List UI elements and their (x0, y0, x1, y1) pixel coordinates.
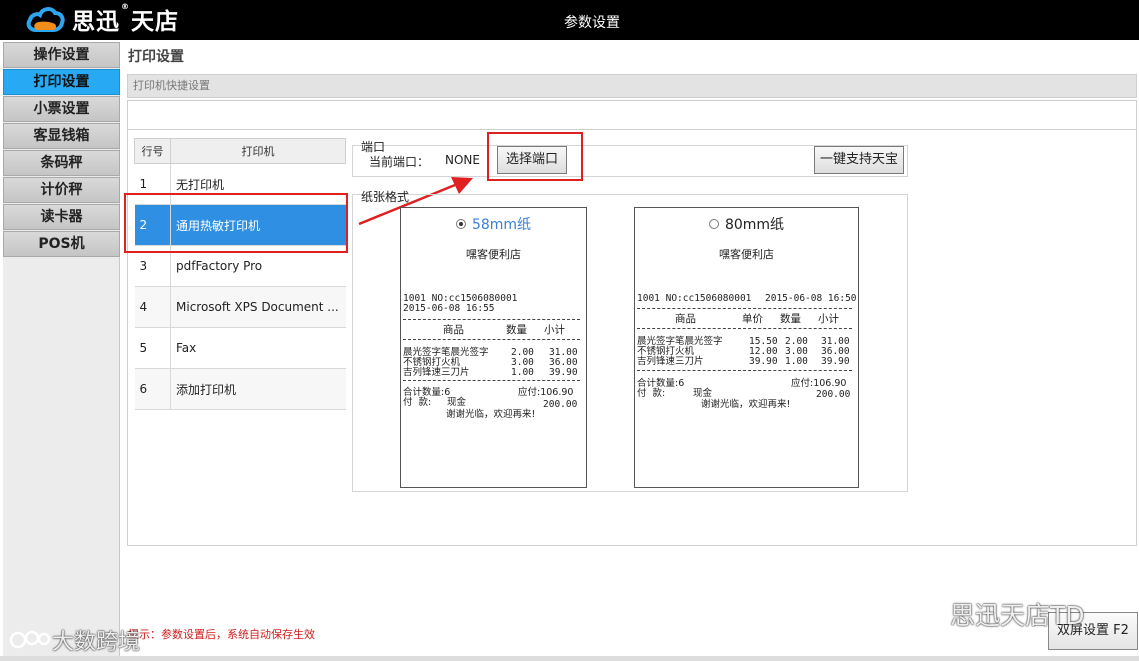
window-title: 参数设置 (564, 15, 620, 31)
receipt-pay-label: 付 款: (637, 388, 666, 399)
receipt-item-subtotal: 39.90 (821, 356, 850, 367)
sidebar-item-barcode-scale[interactable]: 条码秤 (3, 150, 120, 176)
table-row[interactable]: 6 添加打印机 (134, 368, 346, 410)
empty-toolbar (127, 100, 1137, 130)
sidebar: 操作设置 打印设置 小票设置 客显钱箱 条码秤 计价秤 读卡器 POS机 (3, 42, 120, 656)
title-bar: 思迅®天店 参数设置 (0, 0, 1139, 40)
radio-58mm[interactable]: 58mm纸 (401, 217, 586, 233)
sidebar-item-operation[interactable]: 操作设置 (3, 42, 120, 68)
watermark-right-text: 思迅天店TD (950, 601, 1085, 630)
wechat-icon (908, 600, 948, 628)
paper-format-legend: 纸张格式 (361, 190, 410, 204)
row-number: 5 (134, 327, 171, 369)
receipt-thanks: 谢谢光临，欢迎再来! (446, 409, 536, 420)
sidebar-item-print[interactable]: 打印设置 (3, 69, 120, 95)
receipt-item-subtotal: 39.90 (549, 367, 578, 378)
sidebar-item-pos[interactable]: POS机 (3, 231, 120, 257)
receipt-divider (403, 339, 580, 340)
receipt-paid: 200.00 (816, 389, 851, 400)
watermark-left: 大数跨境 (8, 624, 140, 656)
receipt-col-item: 商品 (675, 313, 696, 325)
table-row[interactable]: 1 无打印机 (134, 163, 346, 205)
receipt-preview-80mm: 80mm纸 嘿客便利店 1001 NO:cc1506080001 2015-06… (634, 207, 859, 488)
printer-name: pdfFactory Pro (170, 245, 346, 287)
receipt-item-name: 吉列锋速三刀片 (403, 367, 470, 378)
watermark-right: 思迅天店TD (906, 596, 1085, 632)
footer-tip: 提示：参数设置后，系统自动保存生效 (128, 628, 315, 641)
row-number: 3 (134, 245, 171, 287)
receipt-col-qty: 数量 (780, 313, 801, 325)
receipt-divider (637, 308, 852, 309)
shop-name: 嘿客便利店 (719, 248, 774, 261)
receipt-divider (637, 328, 852, 329)
receipt-line-datetime: 2015-06-08 16:55 (403, 303, 495, 314)
radio-unchecked-icon[interactable] (708, 219, 719, 229)
receipt-divider (403, 319, 580, 320)
receipt-preview-58mm: 58mm纸 嘿客便利店 1001 NO:cc1506080001 2015-06… (400, 207, 587, 488)
receipt-pay-label: 付 款: (403, 397, 432, 408)
weibo-logo-icon (9, 630, 51, 649)
table-row[interactable]: 4 Microsoft XPS Document ... (134, 286, 346, 328)
radio-checked-icon[interactable] (455, 219, 466, 229)
sidebar-item-pricing-scale[interactable]: 计价秤 (3, 177, 120, 203)
radio-58mm-label: 58mm纸 (471, 217, 532, 233)
sidebar-item-card-reader[interactable]: 读卡器 (3, 204, 120, 230)
printer-name: 添加打印机 (170, 368, 346, 410)
receipt-line-id: 1001 NO:cc1506080001 (637, 293, 752, 304)
receipt-thanks: 谢谢光临，欢迎再来! (701, 399, 791, 410)
printer-name: Fax (170, 327, 346, 369)
receipt-col-subtotal: 小计 (544, 324, 565, 336)
section-header: 打印机快捷设置 (127, 74, 1137, 98)
receipt-col-price: 单价 (742, 313, 763, 325)
select-port-button[interactable]: 选择端口 (497, 146, 567, 174)
receipt-item-qty: 1.00 (511, 367, 534, 378)
column-header-printer: 打印机 (170, 138, 346, 164)
watermark-left-text: 大数跨境 (52, 630, 141, 655)
receipt-pay-method: 现金 (693, 388, 713, 399)
receipt-paid: 200.00 (543, 399, 578, 410)
printer-name: Microsoft XPS Document ... (170, 286, 346, 328)
receipt-divider (403, 380, 580, 381)
row-number: 6 (134, 368, 171, 410)
row-number: 2 (134, 204, 171, 246)
printer-name: 无打印机 (170, 163, 346, 205)
sidebar-item-display-drawer[interactable]: 客显钱箱 (3, 123, 120, 149)
receipt-item-qty: 1.00 (785, 356, 808, 367)
receipt-col-subtotal: 小计 (818, 313, 839, 325)
bottom-border (0, 656, 1139, 661)
receipt-divider (637, 370, 852, 371)
one-click-support-button[interactable]: 一键支持天宝 (814, 146, 904, 174)
receipt-col-item: 商品 (443, 324, 464, 336)
page-title: 打印设置 (128, 49, 184, 65)
printer-name: 通用热敏打印机 (170, 204, 346, 246)
row-number: 4 (134, 286, 171, 328)
table-row[interactable]: 5 Fax (134, 327, 346, 369)
shop-name: 嘿客便利店 (466, 248, 521, 261)
receipt-col-qty: 数量 (506, 324, 527, 336)
receipt-amount-due: 应付:106.90 (791, 378, 847, 389)
column-header-row-number: 行号 (134, 138, 171, 164)
receipt-amount-due: 应付:106.90 (518, 387, 574, 398)
table-row[interactable]: 3 pdfFactory Pro (134, 245, 346, 287)
current-port-value: NONE (445, 153, 480, 167)
current-port-label: 当前端口： (369, 155, 430, 169)
receipt-pay-method: 现金 (447, 397, 467, 408)
receipt-line-datetime: 2015-06-08 16:50 (765, 293, 857, 304)
table-header-row: 行号 打印机 (134, 138, 346, 164)
sidebar-item-receipt[interactable]: 小票设置 (3, 96, 120, 122)
table-row-selected[interactable]: 2 通用热敏打印机 (134, 204, 346, 246)
row-number: 1 (134, 163, 171, 205)
radio-80mm-label: 80mm纸 (724, 217, 785, 233)
printer-table: 行号 打印机 1 无打印机 2 通用热敏打印机 3 pdfFactory Pro… (134, 138, 346, 410)
radio-80mm[interactable]: 80mm纸 (635, 217, 858, 233)
receipt-item-price: 39.90 (749, 356, 778, 367)
receipt-item-name: 吉列锋速三刀片 (637, 356, 704, 367)
